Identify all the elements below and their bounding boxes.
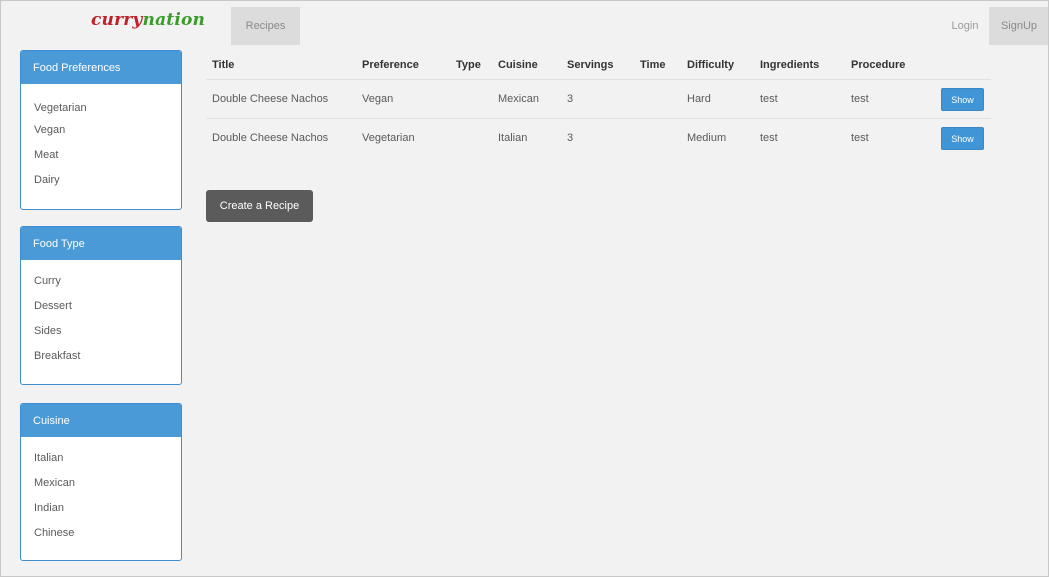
cell-actions: Show: [933, 79, 991, 119]
header-preference: Preference: [362, 59, 419, 71]
cell-title: Double Cheese Nachos: [206, 79, 356, 119]
food-preference-item-meat[interactable]: Meat: [34, 147, 181, 172]
cell-type: [450, 118, 492, 157]
table-row: Double Cheese Nachos Vegan Mexican 3 Har…: [206, 79, 991, 119]
cell-ingredients: test: [754, 118, 845, 157]
header-title: Title: [212, 59, 235, 71]
cuisine-title: Cuisine: [21, 404, 181, 437]
cell-cuisine: Italian: [492, 118, 561, 157]
cell-cuisine: Mexican: [492, 79, 561, 119]
food-type-item-curry[interactable]: Curry: [34, 273, 181, 298]
show-recipe-button[interactable]: Show: [941, 126, 984, 150]
food-preference-item-vegetarian[interactable]: Vegetarian: [34, 100, 181, 122]
cell-time: [634, 79, 681, 119]
cell-actions: Show: [933, 118, 991, 157]
cuisine-item-chinese[interactable]: Chinese: [34, 525, 181, 550]
cuisine-item-mexican[interactable]: Mexican: [34, 475, 181, 500]
cell-preference: Vegetarian: [356, 118, 450, 157]
create-recipe-button[interactable]: Create a Recipe: [206, 190, 313, 222]
food-preference-item-vegan[interactable]: Vegan: [34, 122, 181, 147]
cell-ingredients: test: [754, 79, 845, 119]
nav-recipes-link[interactable]: Recipes: [231, 7, 300, 45]
cuisine-panel: Cuisine Italian Mexican Indian Chinese: [20, 403, 182, 561]
top-navbar: currynation Recipes Login SignUp: [1, 1, 1048, 45]
food-type-item-dessert[interactable]: Dessert: [34, 298, 181, 323]
brand-logo[interactable]: currynation: [91, 10, 205, 30]
header-type: Type: [456, 59, 481, 71]
header-procedure: Procedure: [851, 59, 906, 71]
cell-servings: 3: [561, 79, 634, 119]
recipes-table: Title Preference Type Cuisine Servings T…: [206, 51, 991, 157]
food-preference-item-dairy[interactable]: Dairy: [34, 172, 181, 197]
cell-title: Double Cheese Nachos: [206, 118, 356, 157]
cell-procedure: test: [845, 79, 933, 119]
cell-type: [450, 79, 492, 119]
food-preferences-title: Food Preferences: [21, 51, 181, 84]
header-cuisine: Cuisine: [498, 59, 538, 71]
header-actions: [933, 51, 991, 80]
app-window: currynation Recipes Login SignUp Food Pr…: [0, 0, 1049, 577]
nav-login-link[interactable]: Login: [941, 7, 989, 45]
food-preferences-list: Vegetarian Vegan Meat Dairy: [21, 84, 181, 197]
cell-servings: 3: [561, 118, 634, 157]
table-header-row: Title Preference Type Cuisine Servings T…: [206, 51, 991, 80]
food-type-title: Food Type: [21, 227, 181, 260]
food-type-item-sides[interactable]: Sides: [34, 323, 181, 348]
food-type-panel: Food Type Curry Dessert Sides Breakfast: [20, 226, 182, 385]
food-preferences-panel: Food Preferences Vegetarian Vegan Meat D…: [20, 50, 182, 210]
cuisine-list: Italian Mexican Indian Chinese: [21, 437, 181, 550]
food-type-item-breakfast[interactable]: Breakfast: [34, 348, 181, 373]
cell-preference: Vegan: [356, 79, 450, 119]
brand-logo-nation: nation: [142, 10, 206, 30]
cell-difficulty: Medium: [681, 118, 754, 157]
header-ingredients: Ingredients: [760, 59, 820, 71]
cell-difficulty: Hard: [681, 79, 754, 119]
cell-procedure: test: [845, 118, 933, 157]
table-row: Double Cheese Nachos Vegetarian Italian …: [206, 118, 991, 157]
cuisine-item-indian[interactable]: Indian: [34, 500, 181, 525]
food-type-list: Curry Dessert Sides Breakfast: [21, 260, 181, 373]
brand-logo-curry: curry: [91, 10, 143, 30]
header-servings: Servings: [567, 59, 614, 71]
cell-time: [634, 118, 681, 157]
cuisine-item-italian[interactable]: Italian: [34, 450, 181, 475]
header-time: Time: [640, 59, 666, 71]
header-difficulty: Difficulty: [687, 59, 735, 71]
show-recipe-button[interactable]: Show: [941, 87, 984, 111]
nav-signup-link[interactable]: SignUp: [989, 7, 1048, 45]
